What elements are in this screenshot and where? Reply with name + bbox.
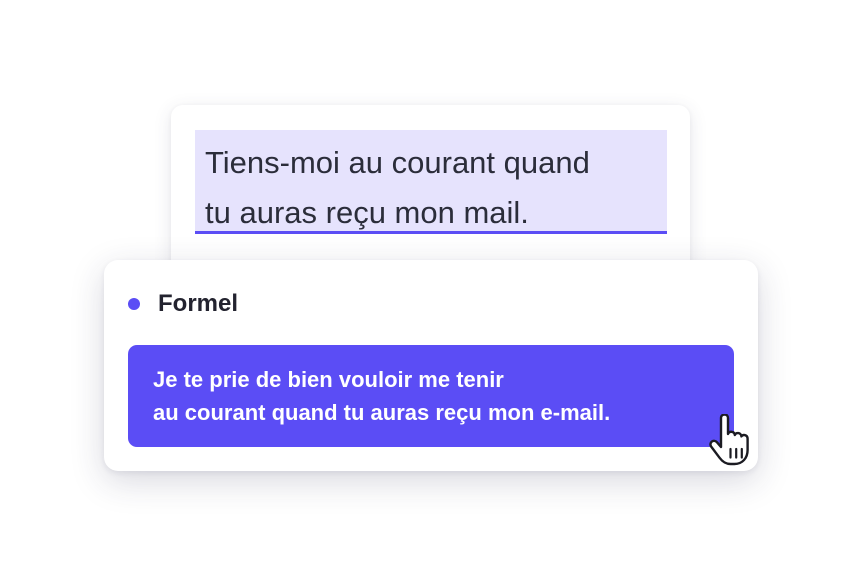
source-text-card: Tiens-moi au courant quand tu auras reçu… xyxy=(171,105,690,280)
dot-icon xyxy=(128,298,140,310)
source-line-2: tu auras reçu mon mail. xyxy=(205,195,529,230)
stage: Tiens-moi au courant quand tu auras reçu… xyxy=(0,0,860,577)
formal-suggestion-button[interactable]: Je te prie de bien vouloir me tenir au c… xyxy=(128,345,734,447)
hand-pointer-icon xyxy=(709,414,749,466)
source-sentence[interactable]: Tiens-moi au courant quand tu auras reçu… xyxy=(205,138,675,238)
suggestion-line-2: au courant quand tu auras reçu mon e-mai… xyxy=(153,400,611,425)
suggestion-line-1: Je te prie de bien vouloir me tenir xyxy=(153,367,504,392)
rephrase-suggestion-popup: Formel Je te prie de bien vouloir me ten… xyxy=(104,260,758,471)
source-line-1: Tiens-moi au courant quand xyxy=(205,145,590,180)
suggestion-text: Je te prie de bien vouloir me tenir au c… xyxy=(153,363,610,429)
style-label: Formel xyxy=(158,290,239,317)
